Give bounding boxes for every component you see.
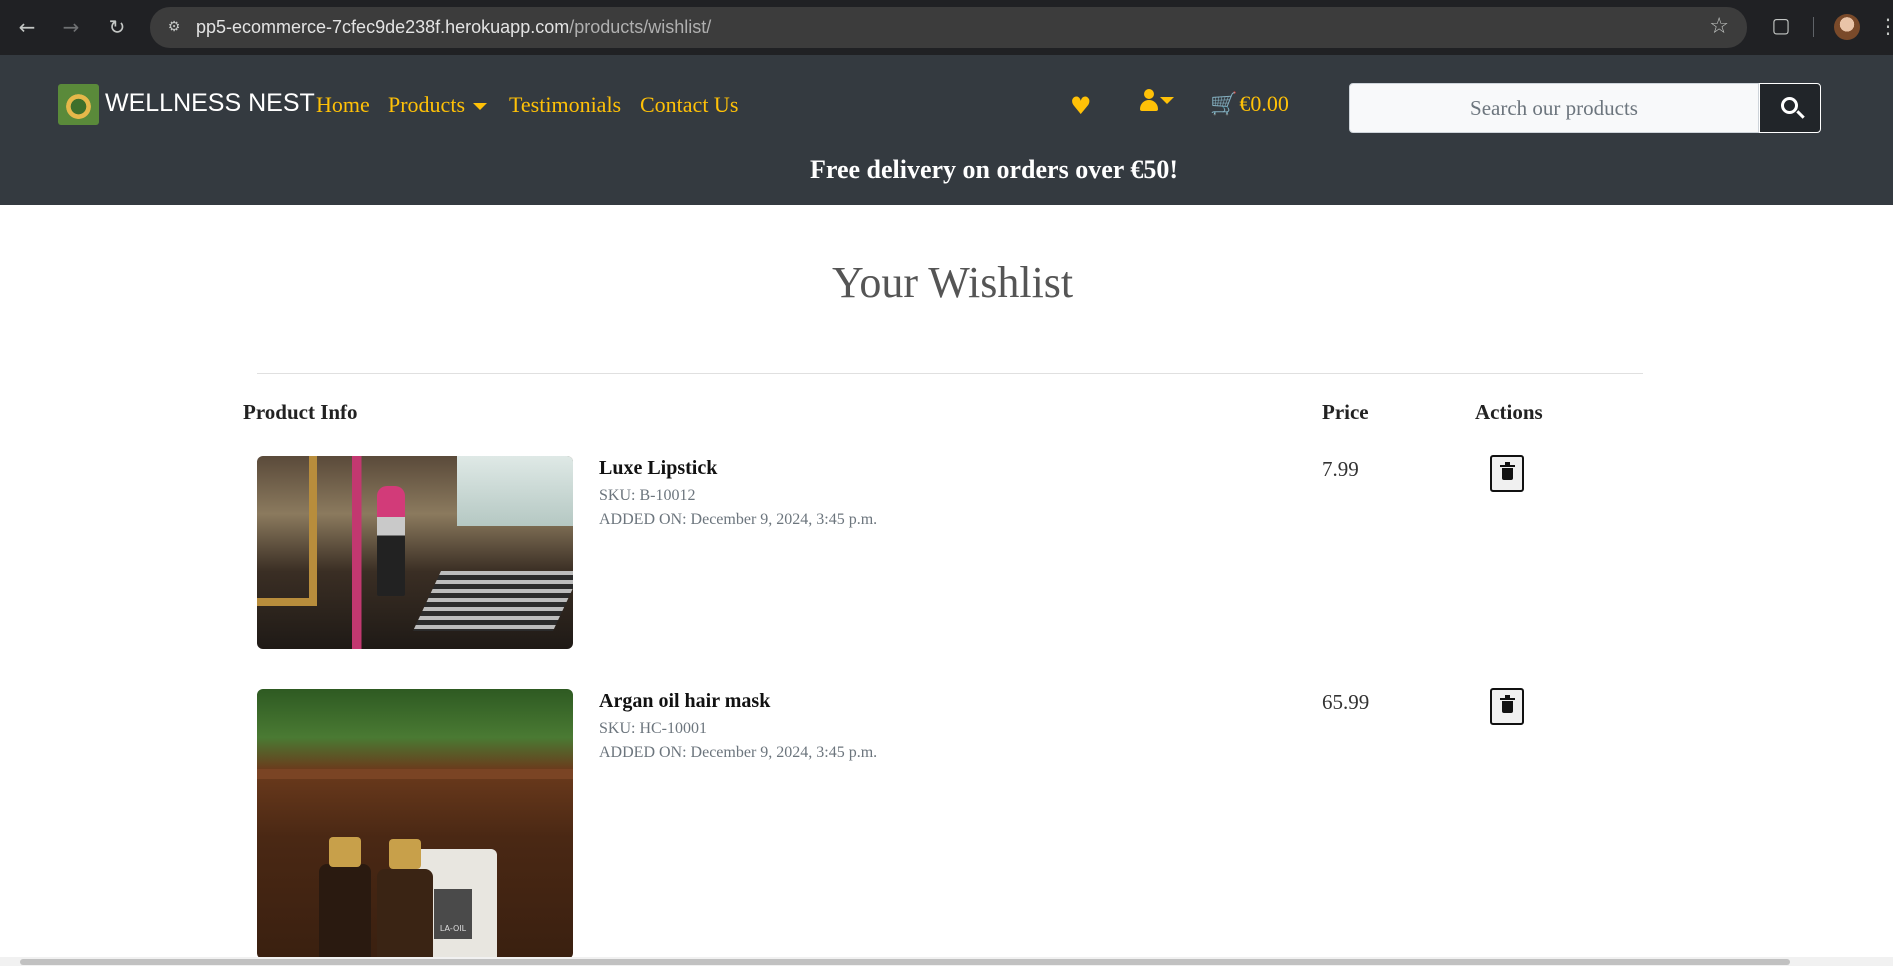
page-title: Your Wishlist [832,258,1074,307]
chevron-down-icon [473,103,487,111]
nav-products[interactable]: Products [388,92,487,118]
column-header-actions: Actions [1475,400,1543,424]
wishlist-heart-icon[interactable]: ♥ [1070,92,1092,120]
product-sku: SKU: HC-10001 [599,720,708,737]
url-host: pp5-ecommerce-7cfec9de238f.herokuapp.com [196,17,570,37]
address-url[interactable]: pp5-ecommerce-7cfec9de238f.herokuapp.com… [196,17,711,38]
reload-icon[interactable]: ↻ [104,14,130,40]
product-added-date: ADDED ON: December 9, 2024, 3:45 p.m. [599,511,878,528]
image-detail [329,837,361,867]
nav-contact[interactable]: Contact Us [640,92,738,118]
image-label: LA-OIL [434,889,472,939]
product-price: 65.99 [1322,690,1370,714]
divider [257,373,1643,374]
product-name[interactable]: Luxe Lipstick [599,457,717,480]
product-added-date: ADDED ON: December 9, 2024, 3:45 p.m. [599,744,878,761]
trash-icon-bin [1502,468,1513,480]
nav-products-label: Products [388,92,465,117]
product-image[interactable]: LA-OIL [257,689,573,959]
account-menu[interactable] [1138,88,1182,118]
menu-icon[interactable]: ⋮ [1878,14,1893,40]
extensions-icon[interactable]: ▢ [1768,13,1794,39]
image-detail [377,869,433,959]
image-detail [457,456,573,526]
brand-logo[interactable] [58,84,99,125]
trash-icon-lid [1500,465,1515,467]
site-header: WELLNESS NEST Home Products Testimonials… [0,55,1893,205]
nav-testimonials[interactable]: Testimonials [509,92,621,118]
column-header-info: Product Info [243,400,358,424]
trash-icon-lid [1500,698,1515,700]
nav-home[interactable]: Home [316,92,370,118]
chevron-down-icon [1160,97,1174,104]
image-detail [319,864,371,959]
address-bar[interactable]: ⚙ pp5-ecommerce-7cfec9de238f.herokuapp.c… [150,7,1747,48]
product-price: 7.99 [1322,457,1359,481]
horizontal-scrollbar[interactable] [0,957,1893,966]
delivery-banner: Free delivery on orders over €50! [810,155,1178,184]
user-icon-head [1144,89,1154,99]
search-button[interactable] [1759,83,1821,133]
image-detail [257,769,573,779]
forward-icon[interactable]: → [58,14,84,40]
image-detail [377,486,405,596]
brand-name[interactable]: WELLNESS NEST [105,89,315,118]
remove-button[interactable] [1490,455,1524,492]
cart-link[interactable]: 🛒€0.00 [1210,91,1289,117]
toolbar-divider [1813,17,1814,37]
back-icon[interactable]: ← [14,14,40,40]
image-detail [413,571,573,631]
bookmark-star-icon[interactable]: ☆ [1709,14,1729,39]
search-input[interactable]: Search our products [1349,83,1759,133]
product-sku: SKU: B-10012 [599,487,696,504]
trash-icon-bin [1502,701,1513,713]
image-detail [389,839,421,869]
product-name[interactable]: Argan oil hair mask [599,690,770,713]
image-detail [257,456,317,606]
user-icon-body [1140,100,1158,111]
url-path: /products/wishlist/ [569,17,712,37]
search-icon-handle [1796,110,1805,119]
scrollbar-thumb[interactable] [20,959,1790,965]
cart-total: €0.00 [1239,91,1289,116]
profile-avatar[interactable] [1834,14,1860,40]
product-image[interactable] [257,456,573,649]
remove-button[interactable] [1490,688,1524,725]
site-info-icon[interactable]: ⚙ [164,17,184,37]
cart-icon: 🛒 [1210,91,1238,116]
browser-chrome: ← → ↻ ⚙ pp5-ecommerce-7cfec9de238f.herok… [0,0,1893,55]
column-header-price: Price [1322,400,1369,424]
